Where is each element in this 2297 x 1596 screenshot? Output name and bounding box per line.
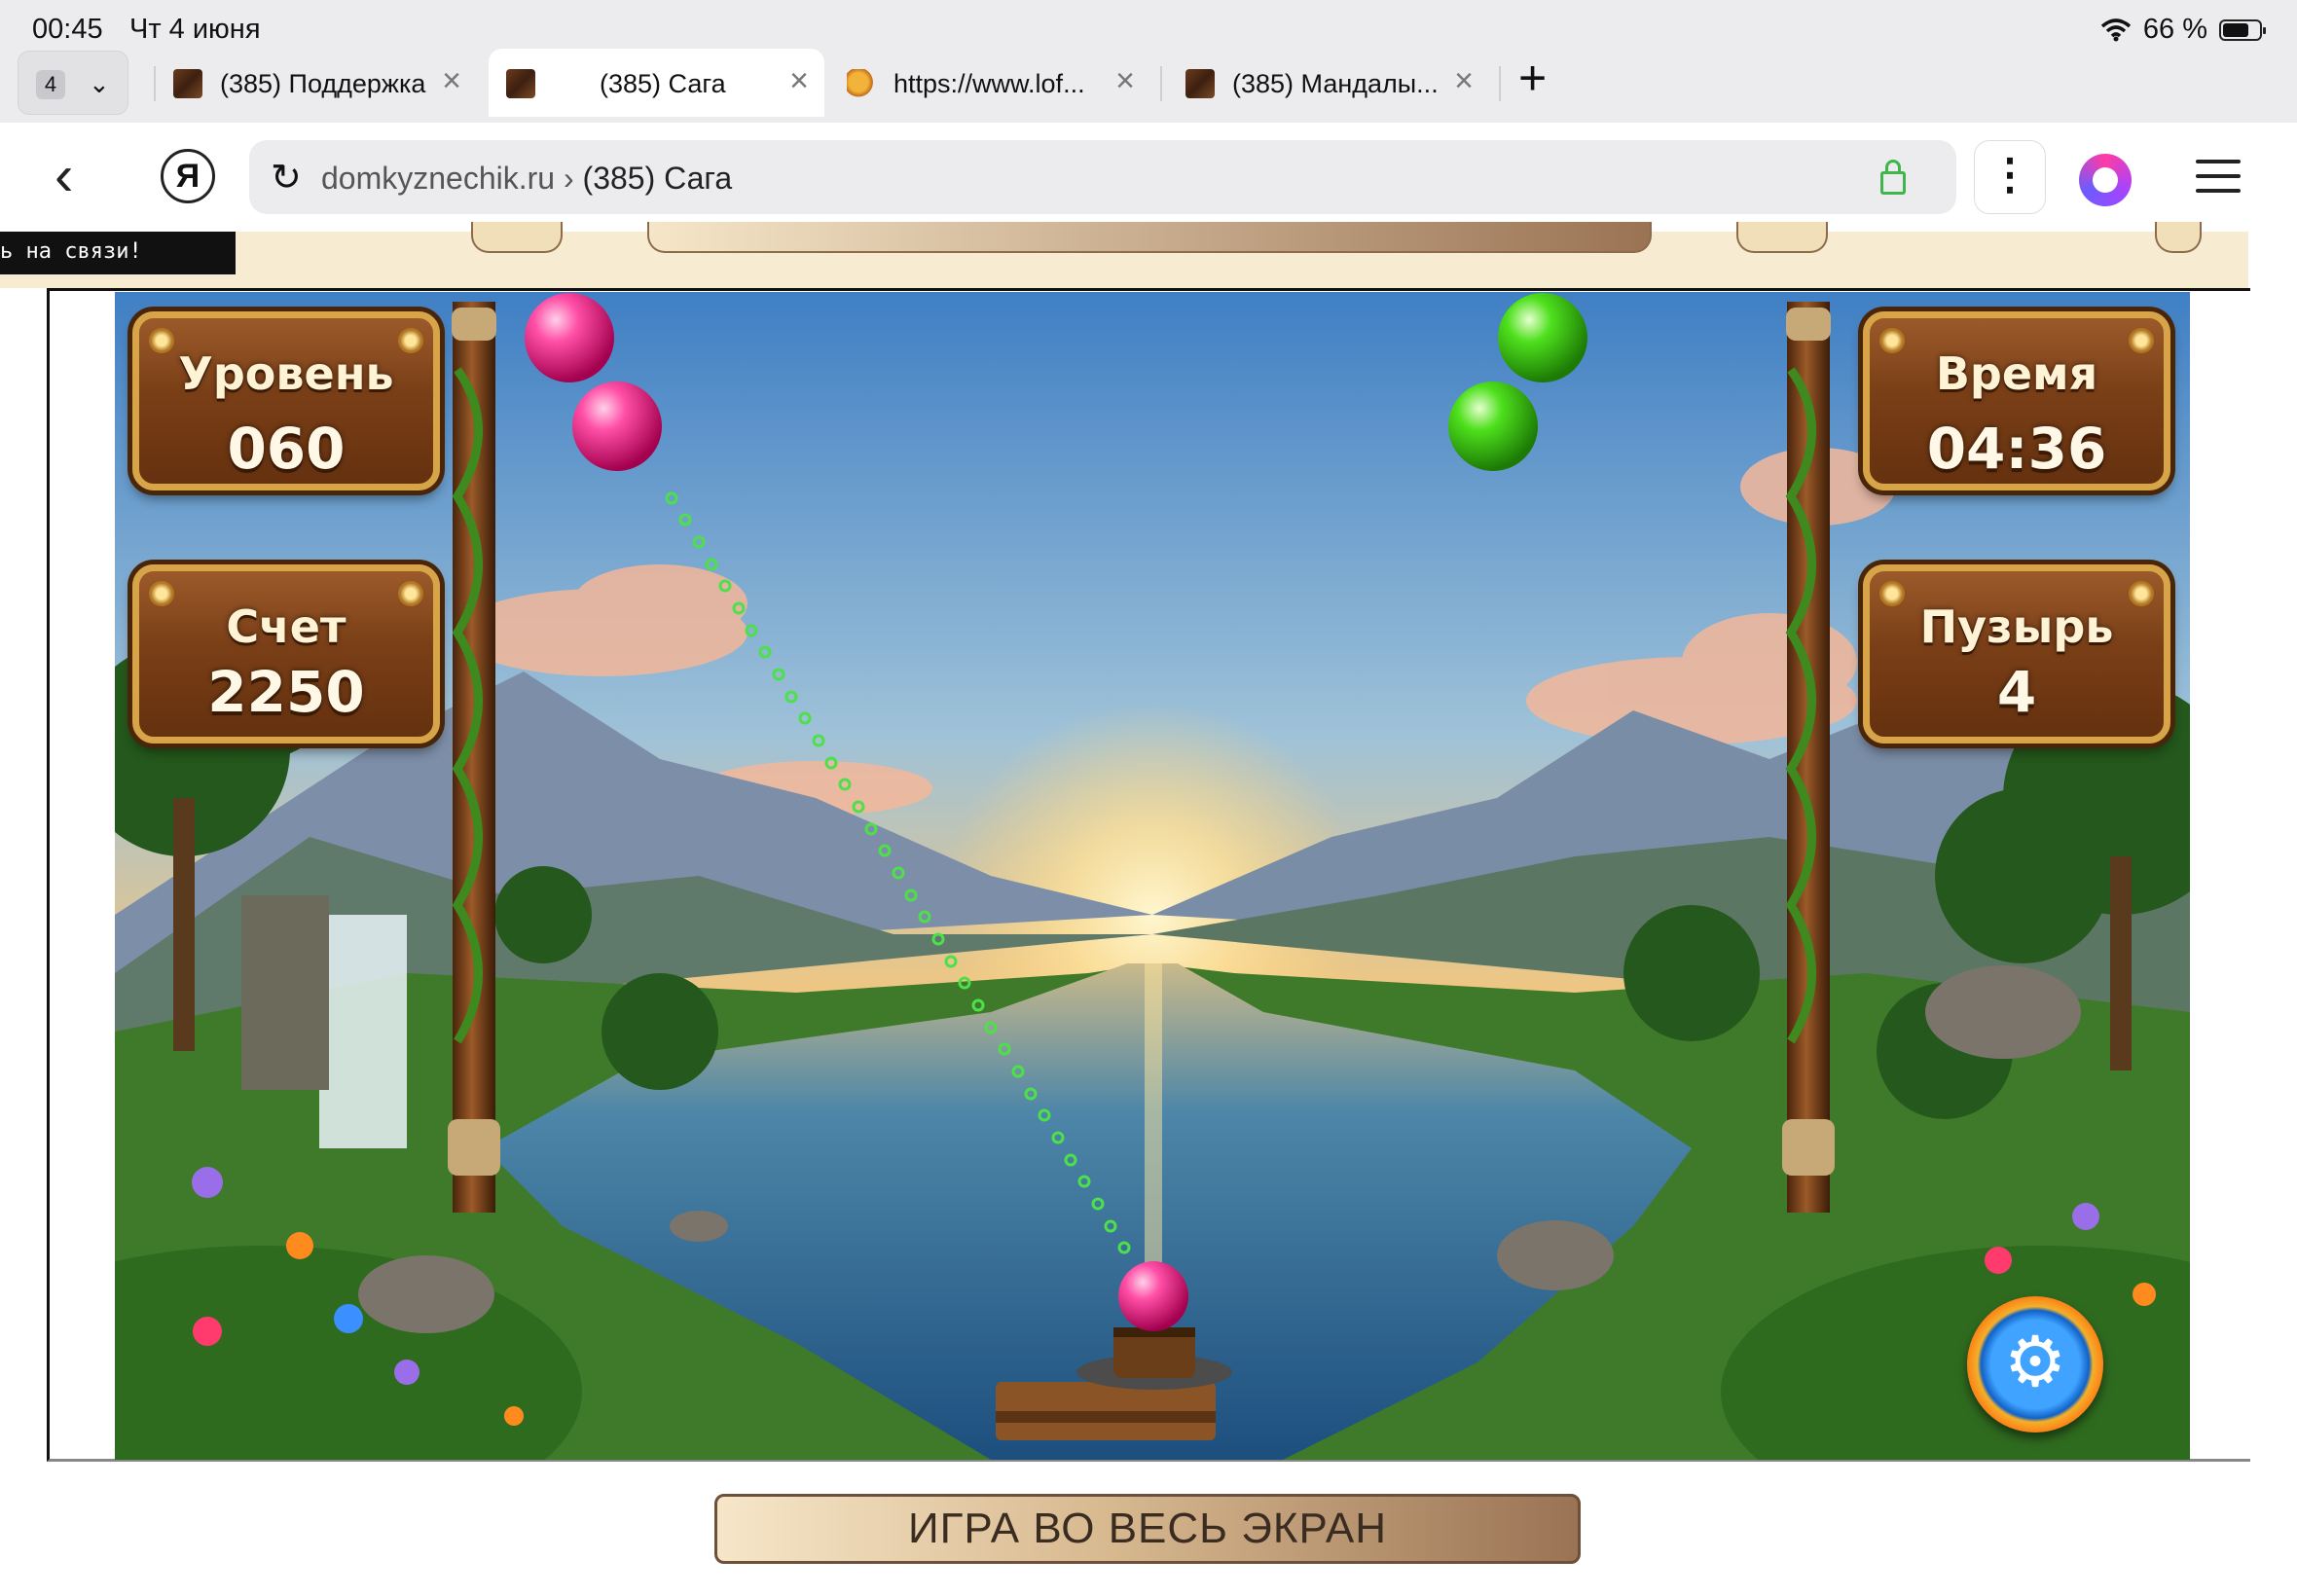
url-separator: ›	[563, 161, 574, 196]
settings-button[interactable]: ⚙	[1967, 1296, 2103, 1433]
tab-strip: 4 ⌄ (385) Поддержка × (385) Сага × https…	[0, 43, 2297, 123]
tab-count: 4	[36, 70, 65, 99]
gear-icon: ⚙	[2003, 1324, 2067, 1401]
green-bubble	[1498, 293, 1587, 382]
lock-icon	[1880, 160, 1906, 195]
site-header-strip	[0, 222, 2248, 288]
time-label: Время	[1935, 347, 2098, 400]
game-canvas[interactable]: Уровень 060 Счет 2250 Время 04:36 Пузырь…	[115, 292, 2190, 1460]
level-plaque: Уровень 060	[132, 311, 440, 490]
reload-icon[interactable]: ↻	[271, 156, 302, 200]
menu-hamburger-icon[interactable]	[2196, 160, 2241, 203]
score-value: 2250	[207, 659, 365, 725]
status-time: 00:45	[32, 14, 103, 45]
site-nav-pill[interactable]	[2155, 222, 2202, 253]
chat-tooltip: ь на связи!	[0, 232, 236, 274]
left-wooden-pole	[448, 302, 500, 1213]
alice-assistant-icon[interactable]	[2079, 154, 2132, 206]
tab-switcher-button[interactable]: 4 ⌄	[18, 51, 128, 115]
bubbles-label: Пузырь	[1919, 600, 2114, 653]
status-right: 66 %	[2100, 14, 2266, 46]
site-nav-pill[interactable]	[1736, 222, 1828, 253]
battery-icon	[2219, 18, 2266, 41]
back-arrow-icon[interactable]: ‹	[55, 148, 73, 204]
tiger-favicon-icon	[847, 69, 876, 98]
tab-mandaly[interactable]: (385) Мандалы... ×	[1168, 49, 1489, 117]
level-label: Уровень	[178, 347, 394, 400]
tab-saga[interactable]: (385) Сага ×	[489, 49, 824, 117]
site-favicon-icon	[506, 69, 535, 98]
tab-title: https://www.lof...	[893, 69, 1085, 98]
level-value: 060	[227, 416, 346, 482]
tab-title: (385) Сага	[600, 69, 726, 98]
tab-title: (385) Мандалы...	[1232, 69, 1439, 98]
score-label: Счет	[226, 600, 346, 653]
site-nav-pill[interactable]	[471, 222, 563, 253]
site-nav-pill[interactable]	[647, 222, 1652, 253]
tab-divider	[1160, 66, 1162, 101]
tab-title: (385) Поддержка	[220, 69, 426, 98]
pink-bubble	[572, 381, 662, 471]
yandex-logo-icon[interactable]: Я	[161, 149, 215, 203]
tab-divider	[1499, 66, 1501, 101]
bubbles-value: 4	[1996, 659, 2037, 725]
time-value: 04:36	[1926, 416, 2107, 482]
close-icon[interactable]: ×	[1454, 62, 1474, 100]
site-favicon-icon	[173, 69, 202, 98]
url-text: domkyznechik.ru › (385) Сага	[321, 161, 732, 197]
address-bar[interactable]: ↻ domkyznechik.ru › (385) Сага	[249, 140, 1956, 214]
status-date: Чт 4 июня	[129, 14, 261, 45]
url-domain: domkyznechik.ru	[321, 161, 556, 196]
green-bubble	[1448, 381, 1538, 471]
close-icon[interactable]: ×	[789, 62, 809, 100]
tab-lof[interactable]: https://www.lof... ×	[829, 49, 1150, 117]
score-plaque: Счет 2250	[132, 564, 440, 744]
shooter-pink-bubble	[1118, 1261, 1188, 1331]
chevron-down-icon: ⌄	[89, 69, 110, 98]
close-icon[interactable]: ×	[442, 62, 461, 100]
site-favicon-icon	[1185, 69, 1215, 98]
tab-support[interactable]: (385) Поддержка ×	[156, 49, 477, 117]
address-row: ‹ Я ↻ domkyznechik.ru › (385) Сага ⋮	[0, 123, 2297, 232]
time-plaque: Время 04:36	[1863, 311, 2170, 490]
fullscreen-button[interactable]: ИГРА ВО ВЕСЬ ЭКРАН	[714, 1494, 1581, 1564]
close-icon[interactable]: ×	[1115, 62, 1135, 100]
right-wooden-pole	[1782, 302, 1835, 1213]
url-page-title: (385) Сага	[582, 161, 733, 196]
chat-tooltip-text: ь на связи!	[0, 239, 142, 264]
wifi-icon	[2100, 18, 2132, 41]
bubbles-plaque: Пузырь 4	[1863, 564, 2170, 744]
battery-percent: 66 %	[2142, 14, 2207, 45]
pink-bubble	[525, 293, 614, 382]
more-options-icon[interactable]: ⋮	[1974, 140, 2046, 214]
new-tab-plus-icon[interactable]: +	[1518, 54, 1547, 102]
